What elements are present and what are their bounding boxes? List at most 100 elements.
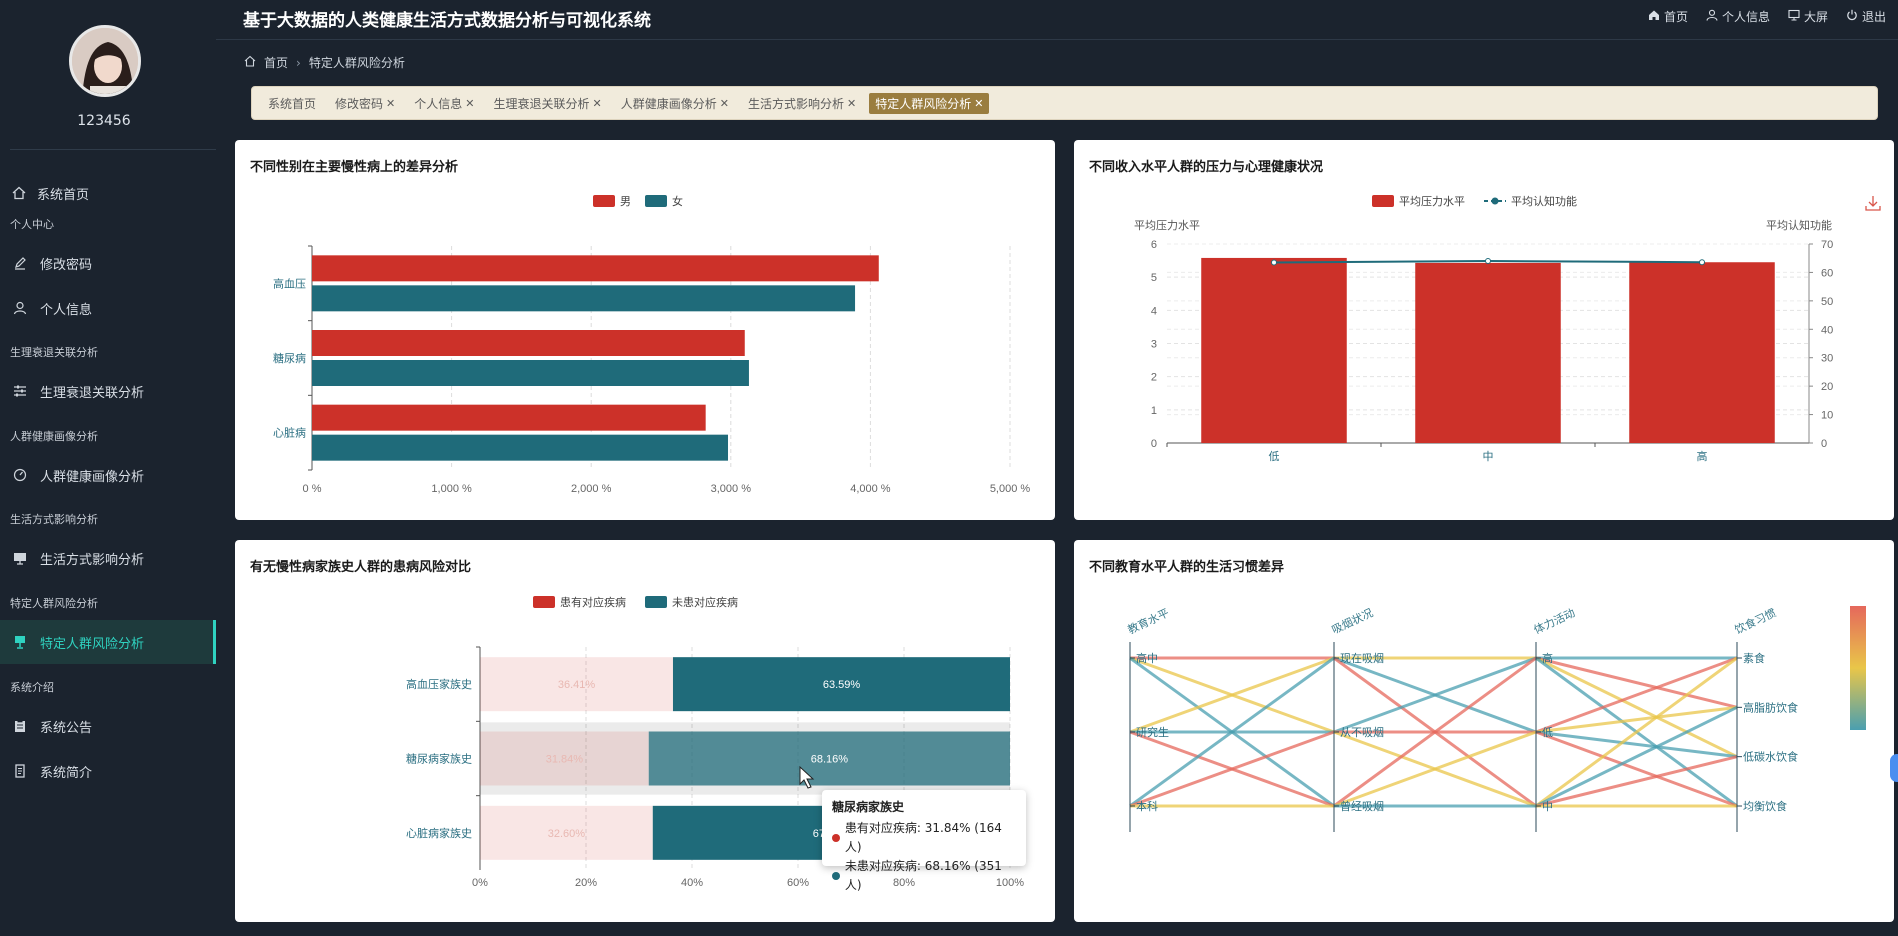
- sidebar-item-label: 个人信息: [40, 302, 93, 318]
- legend-label: 未患对应疾病: [672, 595, 738, 609]
- floating-handle[interactable]: [1890, 754, 1898, 782]
- close-icon[interactable]: ✕: [593, 97, 602, 110]
- app-title: 基于大数据的人类健康生活方式数据分析与可视化系统: [243, 11, 651, 31]
- sidebar-divider: [10, 149, 216, 150]
- avatar[interactable]: [69, 25, 141, 97]
- sidebar-group-title: 人群健康画像分析: [10, 430, 98, 443]
- tag-change-password[interactable]: 修改密码 ✕: [329, 93, 401, 114]
- home-icon: [11, 185, 27, 201]
- legend-swatch: [593, 195, 615, 207]
- data-label: 63.59%: [823, 679, 861, 691]
- sidebar-item-specific-risk[interactable]: 特定人群风险分析: [0, 620, 216, 664]
- bar: [312, 285, 856, 312]
- tag-label: 生活方式影响分析: [747, 96, 844, 111]
- tag-specific-risk[interactable]: 特定人群风险分析 ✕: [869, 92, 990, 114]
- sidebar-item-announcement[interactable]: 系统公告: [0, 704, 216, 748]
- sidebar-item-health-portrait[interactable]: 人群健康画像分析: [0, 453, 216, 497]
- x-tick-label: 低: [1269, 450, 1280, 463]
- x-tick-label: 4,000 %: [850, 483, 891, 495]
- axis-name: 教育水平: [1125, 605, 1171, 636]
- visual-map-bar: [1850, 606, 1866, 730]
- top-nav-logout[interactable]: 退出: [1846, 8, 1886, 25]
- close-icon[interactable]: ✕: [465, 97, 474, 110]
- x-tick-label: 0%: [472, 877, 488, 889]
- tooltip-row: 未患对应疾病: 68.16% (351人): [832, 857, 1016, 895]
- axis-value-label: 中: [1542, 800, 1553, 813]
- axis-value-label: 高: [1542, 651, 1553, 665]
- y-tick-label: 高血压: [273, 276, 306, 290]
- home-icon: [244, 55, 256, 70]
- axis-value-label: 低碳水饮食: [1743, 750, 1798, 764]
- chart-gender-disease: 男 女 0 % 1,000 % 2,000 % 3,000 % 4,000 % 5,000 %…: [273, 194, 1031, 495]
- close-icon[interactable]: ✕: [720, 97, 729, 110]
- bar: [1629, 262, 1775, 443]
- data-label: 36.41%: [558, 679, 596, 691]
- document-icon: [12, 763, 28, 779]
- edit-icon: [12, 255, 28, 271]
- tag-lifestyle-impact[interactable]: 生活方式影响分析 ✕: [742, 93, 862, 114]
- download-icon[interactable]: [1865, 196, 1881, 211]
- breadcrumb: 首页 › 特定人群风险分析: [244, 54, 405, 71]
- data-label: 68.16%: [811, 754, 849, 766]
- chart-card-education-lifestyle: 不同教育水平人群的生活习惯差异 教育水平 高中 研究生 本科 吸烟状况 现在吸烟 从不吸烟曾…: [1074, 540, 1894, 922]
- sidebar-item-introduction[interactable]: 系统简介: [0, 749, 216, 793]
- y-tick-label: 2: [1151, 372, 1157, 384]
- legend-label: 男: [620, 196, 631, 208]
- legend-swatch: [1491, 197, 1499, 205]
- sidebar-group-title: 生活方式影响分析: [10, 513, 98, 526]
- y-tick-label: 3: [1151, 339, 1157, 351]
- top-nav-label: 首页: [1663, 10, 1688, 24]
- top-nav-label: 退出: [1861, 10, 1886, 24]
- legend-label: 患有对应疾病: [560, 595, 626, 609]
- axis-value-label: 现在吸烟: [1340, 651, 1384, 665]
- close-icon[interactable]: ✕: [974, 97, 983, 110]
- breadcrumb-home[interactable]: 首页: [264, 54, 288, 71]
- sidebar-item-label: 人群健康画像分析: [40, 469, 145, 485]
- x-tick-label: 1,000 %: [431, 483, 472, 495]
- x-tick-label: 2,000 %: [571, 483, 612, 495]
- sidebar-item-physiological-decline[interactable]: 生理衰退关联分析: [0, 369, 216, 413]
- cup-icon: [12, 634, 28, 650]
- tag-home[interactable]: 系统首页: [262, 93, 322, 114]
- tag-physiological-decline[interactable]: 生理衰退关联分析 ✕: [487, 93, 607, 114]
- top-nav-home[interactable]: 首页: [1648, 8, 1688, 25]
- tag-label: 特定人群风险分析: [875, 96, 972, 111]
- sidebar-item-home[interactable]: 系统首页: [0, 171, 216, 215]
- sidebar-item-change-password[interactable]: 修改密码: [0, 241, 216, 285]
- tag-profile[interactable]: 个人信息 ✕: [408, 93, 480, 114]
- x-tick-label: 0 %: [303, 483, 322, 495]
- y-tick-label-right: 70: [1821, 239, 1833, 251]
- top-nav-profile[interactable]: 个人信息: [1706, 8, 1770, 25]
- sidebar-item-profile[interactable]: 个人信息: [0, 286, 216, 330]
- axis-name: 吸烟状况: [1329, 605, 1375, 636]
- close-icon[interactable]: ✕: [386, 97, 395, 110]
- top-bar: 基于大数据的人类健康生活方式数据分析与可视化系统 首页 个人信息 大屏 退出: [216, 0, 1898, 40]
- tag-health-portrait[interactable]: 人群健康画像分析 ✕: [615, 93, 735, 114]
- tooltip-text: 未患对应疾病: 68.16% (351人): [844, 859, 1002, 892]
- bar: [312, 360, 749, 386]
- tooltip-row: 患有对应疾病: 31.84% (164人): [832, 819, 1016, 857]
- legend-swatch: [645, 195, 667, 207]
- bar: [1415, 262, 1561, 443]
- y-tick-label: 5: [1151, 272, 1157, 284]
- top-nav-dashboard[interactable]: 大屏: [1788, 8, 1828, 25]
- y-tick-label: 心脏病: [273, 426, 306, 440]
- home-icon: [1648, 9, 1660, 24]
- y-tick-label: 0: [1151, 438, 1157, 450]
- top-nav-label: 个人信息: [1721, 10, 1770, 24]
- axis-value-label: 素食: [1743, 651, 1765, 665]
- sidebar-item-label: 特定人群风险分析: [40, 636, 145, 652]
- sidebar-item-lifestyle-impact[interactable]: 生活方式影响分析: [0, 536, 216, 580]
- sidebar-group-title: 系统介绍: [10, 681, 54, 694]
- top-nav: 首页 个人信息 大屏 退出: [1648, 8, 1886, 25]
- close-icon[interactable]: ✕: [847, 97, 856, 110]
- gauge-icon: [12, 467, 28, 483]
- x-tick-label: 5,000 %: [990, 483, 1031, 495]
- y-axis-label: 平均压力水平: [1134, 219, 1200, 232]
- bar: [312, 404, 706, 431]
- axis-value-label: 低: [1542, 726, 1553, 739]
- sidebar-item-label: 系统首页: [37, 187, 90, 203]
- line-point: [1271, 259, 1277, 266]
- x-tick-label: 40%: [681, 877, 703, 889]
- sidebar-item-label: 系统公告: [40, 720, 93, 736]
